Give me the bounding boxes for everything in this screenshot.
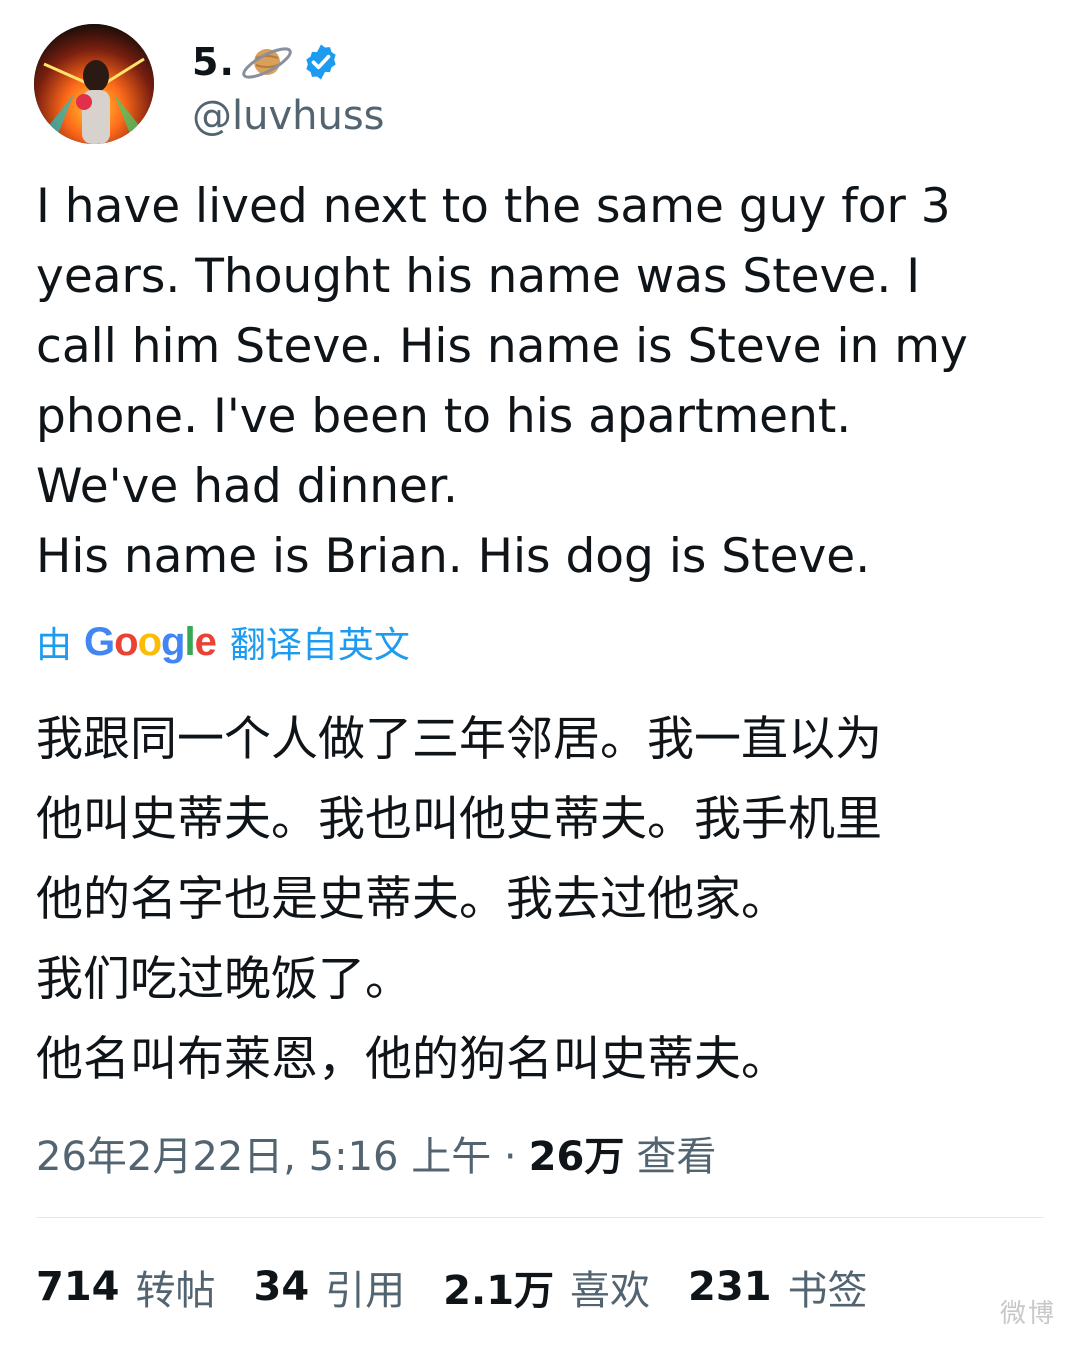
watermark: 微博 <box>999 1299 1056 1329</box>
translated-by-google-link[interactable]: 由 Google 翻译自英文 <box>36 616 410 668</box>
tweet-header: 5. @luvhuss <box>34 24 385 144</box>
stat-label: 书签 <box>787 1268 868 1314</box>
tweet-text-english: I have lived next to the same guy for 3 … <box>36 179 968 584</box>
stat-quotes[interactable]: 34 引用 <box>254 1258 406 1316</box>
stat-label: 转帖 <box>135 1268 216 1314</box>
author-handle[interactable]: @luvhuss <box>192 93 385 139</box>
stat-bookmarks[interactable]: 231 书签 <box>688 1258 868 1316</box>
stat-reposts[interactable]: 714 转帖 <box>36 1258 216 1316</box>
stat-count: 714 <box>36 1264 120 1310</box>
translation-prefix: 由 <box>36 625 73 666</box>
tweet-text-translated: 我跟同一个人做了三年邻居。我一直以为 他叫史蒂夫。我也叫他史蒂夫。我手机里 他的… <box>36 712 882 1087</box>
stat-count: 34 <box>253 1264 310 1310</box>
engagement-stats: 714 转帖 34 引用 2.1万 喜欢 231 书签 <box>36 1258 906 1316</box>
stat-count: 231 <box>688 1264 772 1310</box>
timestamp[interactable]: 26年2月22日, 5:16 上午 · <box>36 1124 517 1182</box>
author-names: 5. @luvhuss <box>192 29 385 139</box>
views-label: 查看 <box>636 1134 717 1180</box>
google-logo: Google <box>84 619 217 664</box>
tweet-meta: 26年2月22日, 5:16 上午 · 26万 查看 <box>36 1124 716 1182</box>
stat-likes[interactable]: 2.1万 喜欢 <box>443 1258 650 1316</box>
display-name[interactable]: 5. <box>192 40 235 84</box>
views-count: 26万 <box>528 1134 625 1180</box>
divider <box>36 1217 1044 1218</box>
stat-count: 2.1万 <box>443 1268 555 1314</box>
stat-label: 引用 <box>325 1268 406 1314</box>
translation-suffix: 翻译自英文 <box>229 625 410 666</box>
avatar[interactable] <box>34 24 154 144</box>
stat-label: 喜欢 <box>570 1268 651 1314</box>
saturn-planet-icon <box>239 34 295 90</box>
verified-badge-icon <box>301 42 341 82</box>
